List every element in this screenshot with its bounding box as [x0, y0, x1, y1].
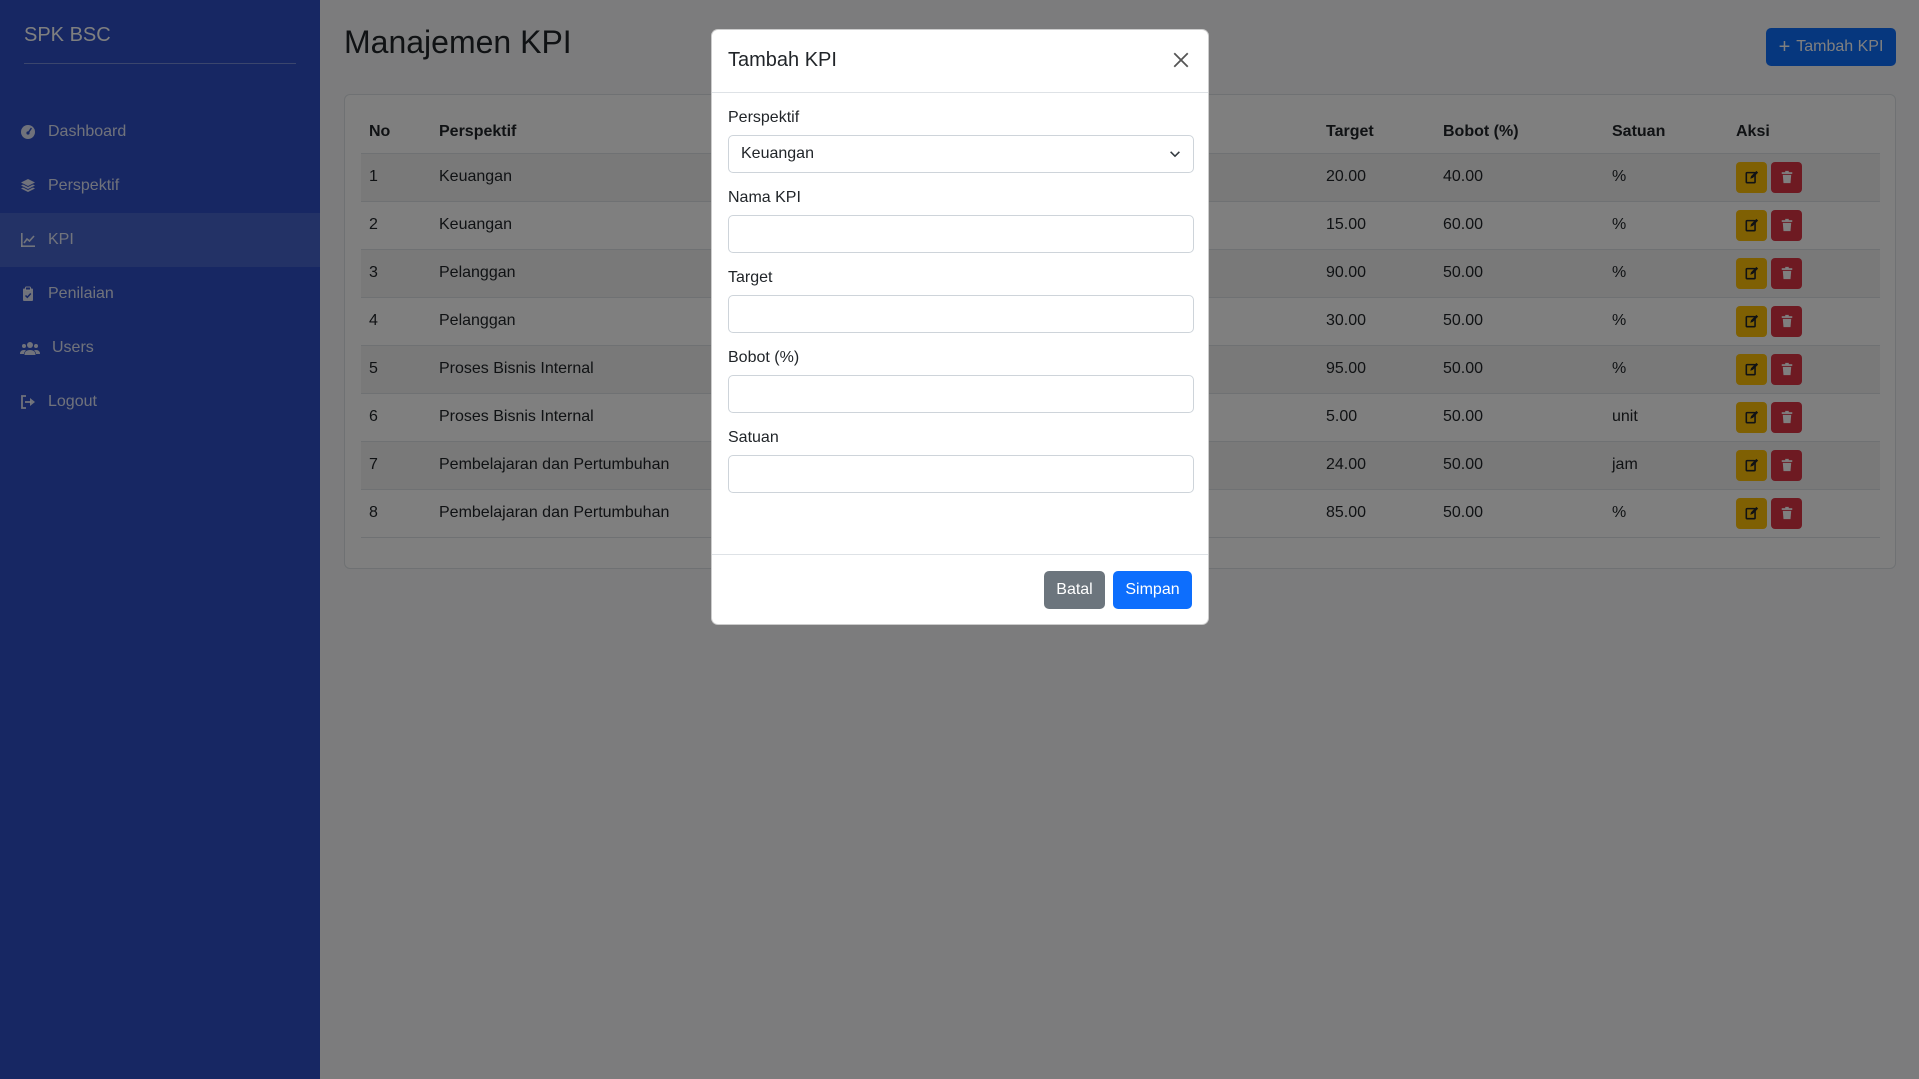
nama-kpi-input[interactable]: [728, 215, 1194, 253]
cancel-button[interactable]: Batal: [1044, 571, 1105, 609]
modal-body: Perspektif Keuangan Nama KPI Target Bobo…: [712, 93, 1208, 493]
perspektif-selected-value: Keuangan: [741, 145, 814, 162]
form-group-nama-kpi: Nama KPI: [728, 189, 1194, 253]
satuan-label: Satuan: [728, 429, 779, 446]
perspektif-label: Perspektif: [728, 109, 800, 126]
perspektif-select-wrap: Keuangan: [728, 135, 1194, 173]
modal-header: Tambah KPI: [712, 30, 1208, 93]
target-input[interactable]: [728, 295, 1194, 333]
nama-kpi-label: Nama KPI: [728, 189, 801, 206]
perspektif-select[interactable]: Keuangan: [728, 135, 1194, 173]
tambah-kpi-modal: Tambah KPI Perspektif Keuangan Nama KPI …: [711, 29, 1209, 625]
modal-close-button[interactable]: [1168, 48, 1194, 74]
satuan-input[interactable]: [728, 455, 1194, 493]
form-group-target: Target: [728, 269, 1194, 333]
chevron-down-icon: [1168, 147, 1182, 166]
form-group-perspektif: Perspektif Keuangan: [728, 109, 1194, 173]
modal-footer: Batal Simpan: [712, 554, 1208, 625]
save-button[interactable]: Simpan: [1113, 571, 1192, 609]
close-icon: [1173, 52, 1189, 67]
target-label: Target: [728, 269, 773, 286]
bobot-input[interactable]: [728, 375, 1194, 413]
bobot-label: Bobot (%): [728, 349, 800, 366]
form-group-bobot: Bobot (%): [728, 349, 1194, 413]
modal-title: Tambah KPI: [728, 49, 837, 71]
form-group-satuan: Satuan: [728, 429, 1194, 493]
